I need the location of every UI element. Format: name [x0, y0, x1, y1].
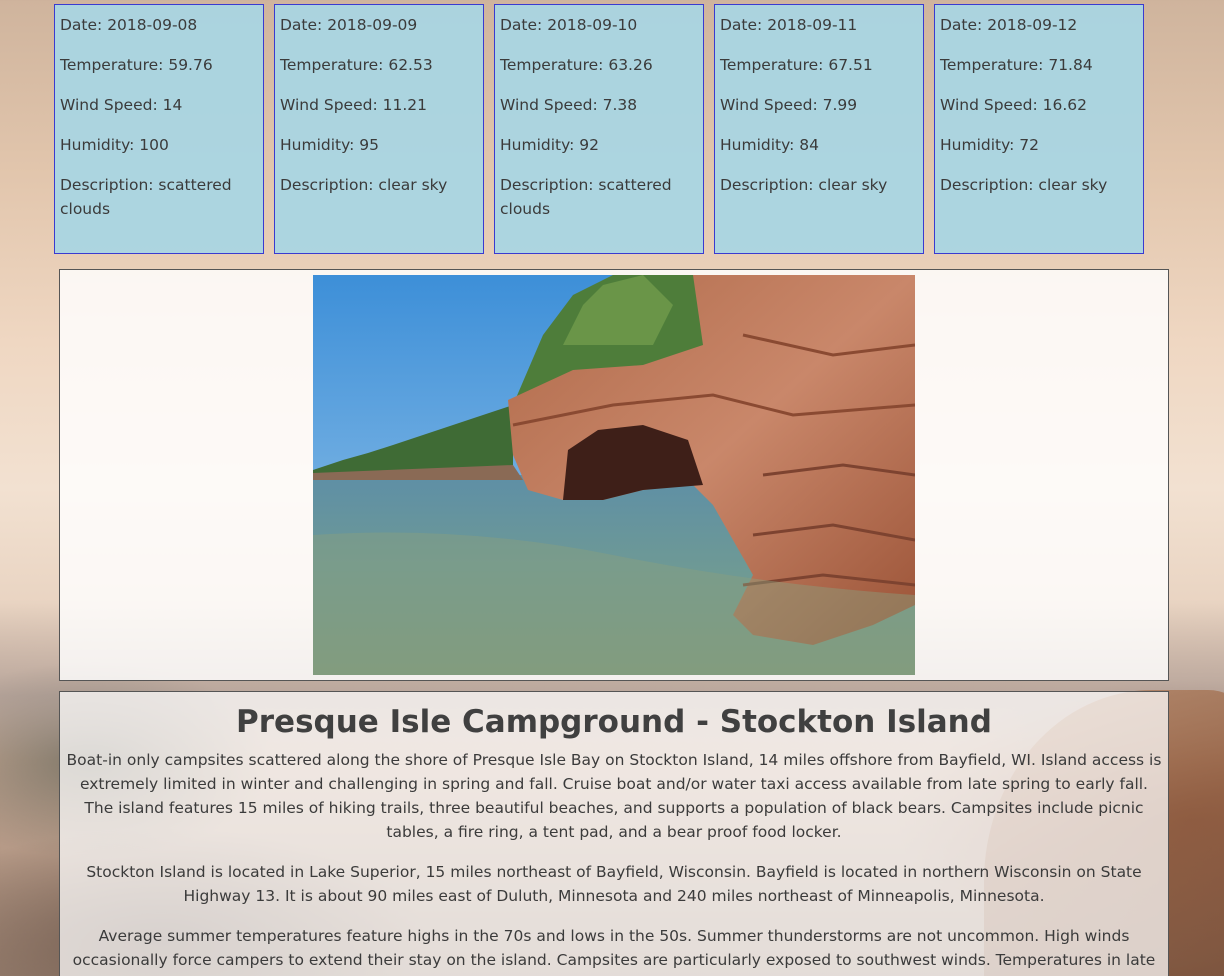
campground-description: Boat-in only campsites scattered along t…: [66, 751, 1162, 841]
forecast-humidity: Humidity: 95: [280, 136, 380, 154]
forecast-wind-speed: Wind Speed: 7.38: [500, 96, 638, 114]
campground-photo: [313, 275, 915, 675]
campground-weather-summary: Average summer temperatures feature high…: [72, 927, 1156, 976]
campground-location: Stockton Island is located in Lake Super…: [86, 863, 1142, 905]
forecast-date: Date: 2018-09-11: [720, 16, 858, 34]
forecast-date: Date: 2018-09-08: [60, 16, 198, 34]
campground-info-panel: Presque Isle Campground - Stockton Islan…: [59, 691, 1169, 976]
forecast-temperature: Temperature: 63.26: [500, 56, 653, 74]
forecast-card: Date: 2018-09-09 Temperature: 62.53 Wind…: [274, 4, 484, 254]
forecast-date: Date: 2018-09-10: [500, 16, 638, 34]
forecast-temperature: Temperature: 71.84: [940, 56, 1093, 74]
forecast-temperature: Temperature: 62.53: [280, 56, 433, 74]
forecast-card: Date: 2018-09-11 Temperature: 67.51 Wind…: [714, 4, 924, 254]
forecast-temperature: Temperature: 67.51: [720, 56, 873, 74]
forecast-card: Date: 2018-09-12 Temperature: 71.84 Wind…: [934, 4, 1144, 254]
forecast-humidity: Humidity: 100: [60, 136, 169, 154]
forecast-wind-speed: Wind Speed: 16.62: [940, 96, 1087, 114]
forecast-card: Date: 2018-09-08 Temperature: 59.76 Wind…: [54, 4, 264, 254]
campground-photo-panel: [59, 269, 1169, 681]
forecast-row: Date: 2018-09-08 Temperature: 59.76 Wind…: [54, 4, 1154, 254]
forecast-date: Date: 2018-09-09: [280, 16, 418, 34]
forecast-description: Description: clear sky: [940, 176, 1108, 194]
forecast-wind-speed: Wind Speed: 11.21: [280, 96, 427, 114]
forecast-humidity: Humidity: 72: [940, 136, 1040, 154]
forecast-wind-speed: Wind Speed: 7.99: [720, 96, 858, 114]
forecast-description: Description: clear sky: [720, 176, 888, 194]
forecast-description: Description: clear sky: [280, 176, 448, 194]
forecast-humidity: Humidity: 92: [500, 136, 600, 154]
forecast-date: Date: 2018-09-12: [940, 16, 1078, 34]
forecast-card: Date: 2018-09-10 Temperature: 63.26 Wind…: [494, 4, 704, 254]
forecast-humidity: Humidity: 84: [720, 136, 820, 154]
forecast-temperature: Temperature: 59.76: [60, 56, 213, 74]
forecast-description: Description: scattered clouds: [60, 176, 232, 218]
forecast-wind-speed: Wind Speed: 14: [60, 96, 183, 114]
campground-title: Presque Isle Campground - Stockton Islan…: [236, 704, 992, 740]
forecast-description: Description: scattered clouds: [500, 176, 672, 218]
